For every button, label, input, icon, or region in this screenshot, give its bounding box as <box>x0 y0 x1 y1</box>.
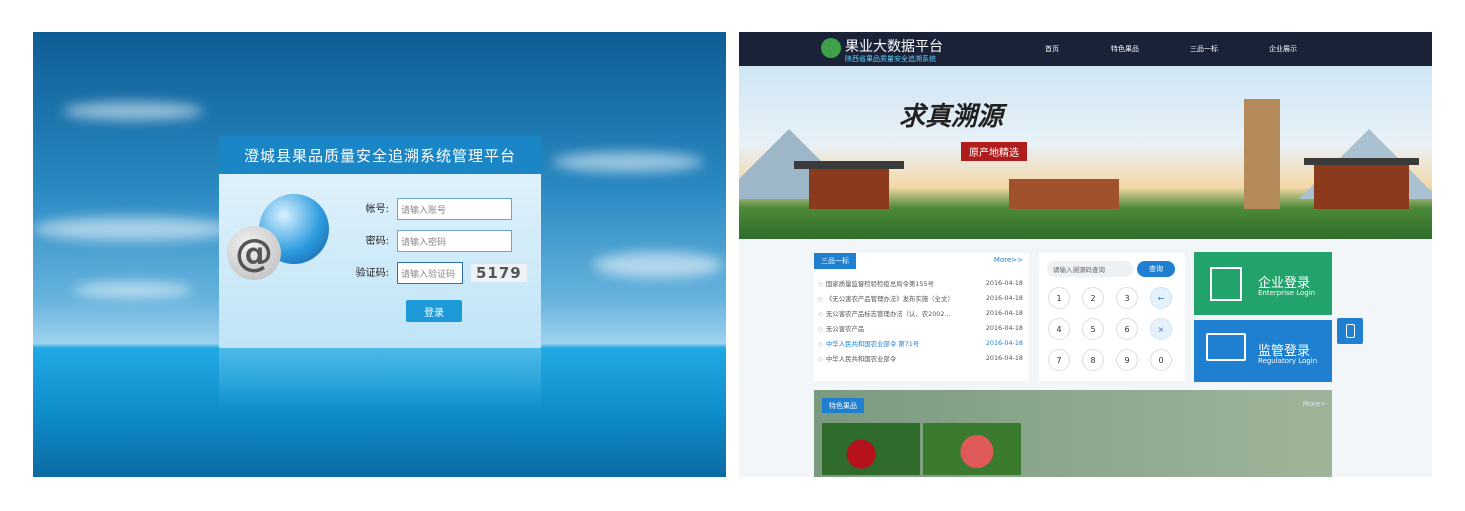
hero-banner: 求真溯源 原产地精选 <box>739 66 1432 239</box>
trace-code-input[interactable]: 请输入溯源码查询 <box>1047 261 1133 277</box>
cloud <box>63 102 203 120</box>
portal-screen: 果业大数据平台 陕西省果品质量安全追溯系统 首页 特色果品 三品一标 企业展示 … <box>739 32 1432 477</box>
top-bar: 果业大数据平台 陕西省果品质量安全追溯系统 首页 特色果品 三品一标 企业展示 <box>739 32 1432 66</box>
brand-subtitle: 陕西省果品质量安全追溯系统 <box>845 55 936 63</box>
nav-featured-fruit[interactable]: 特色果品 <box>1111 44 1139 54</box>
banner-subtitle: 原产地精选 <box>961 142 1027 161</box>
news-item[interactable]: ◇ 无公害农产品标志管理办法（认、农2002... 2016-04-18 <box>818 309 1023 318</box>
phone-icon <box>1345 324 1355 338</box>
cloud <box>553 152 703 172</box>
cloud <box>593 252 723 278</box>
cloud <box>33 217 233 241</box>
login-panel: 澄城县果品质量安全追溯系统管理平台 @ 帐号: 请输入账号 密码: 请输入密码 … <box>219 136 541 348</box>
regulatory-login-button[interactable]: 监管登录 Regulatory Login <box>1194 320 1332 382</box>
featured-panel: 特色果品 More> <box>814 390 1332 477</box>
account-label: 帐号: <box>365 203 389 215</box>
news-more-link[interactable]: More>> <box>994 256 1023 264</box>
captcha-input[interactable]: 请输入验证码 <box>397 262 463 284</box>
hall <box>1314 165 1409 209</box>
password-row: 密码: 请输入密码 <box>347 230 512 252</box>
apple-image[interactable] <box>923 423 1021 475</box>
key-6[interactable]: 6 <box>1116 318 1138 340</box>
enterprise-login-subtitle: Enterprise Login <box>1258 289 1316 297</box>
account-input[interactable]: 请输入账号 <box>397 198 512 220</box>
key-5[interactable]: 5 <box>1082 318 1104 340</box>
banner-slogan: 求真溯源 <box>899 102 1004 132</box>
tab-featured-fruit[interactable]: 特色果品 <box>822 398 864 413</box>
news-item[interactable]: ◇ 国家质量监督检验检疫总局令第155号 2016-04-18 <box>818 279 1023 288</box>
brand-title: 果业大数据平台 <box>845 39 943 55</box>
backspace-key-icon[interactable]: ← <box>1150 287 1172 309</box>
nav-certification[interactable]: 三品一标 <box>1190 44 1218 54</box>
monitor-lock-icon <box>1206 333 1246 361</box>
cherry-image[interactable] <box>822 423 920 475</box>
key-2[interactable]: 2 <box>1082 287 1104 309</box>
nav-enterprises[interactable]: 企业展示 <box>1269 44 1297 54</box>
captcha-label: 验证码: <box>355 267 389 279</box>
login-screen: 澄城县果品质量安全追溯系统管理平台 @ 帐号: 请输入账号 密码: 请输入密码 … <box>33 32 726 477</box>
trace-panel: 请输入溯源码查询 查询 1 2 3 ← 4 5 6 × 7 8 9 0 <box>1039 253 1185 381</box>
pagoda <box>1244 99 1280 209</box>
at-sign-icon: @ <box>227 226 281 280</box>
login-form: @ 帐号: 请输入账号 密码: 请输入密码 验证码: 请输入验证码 5179 登… <box>219 174 541 348</box>
key-1[interactable]: 1 <box>1048 287 1070 309</box>
news-item[interactable]: ◇ 《无公害农产品管理办法》发布实施（全文） 2016-04-18 <box>818 294 1023 303</box>
query-button[interactable]: 查询 <box>1137 261 1175 277</box>
regulatory-login-subtitle: Regulatory Login <box>1258 357 1318 365</box>
password-input[interactable]: 请输入密码 <box>397 230 512 252</box>
key-3[interactable]: 3 <box>1116 287 1138 309</box>
captcha-image[interactable]: 5179 <box>471 264 527 282</box>
nav-home[interactable]: 首页 <box>1045 44 1059 54</box>
news-item[interactable]: ◇ 无公害农产品 2016-04-18 <box>818 324 1023 333</box>
panel-reflection <box>219 348 541 408</box>
news-panel: 三品一标 More>> ◇ 国家质量监督检验检疫总局令第155号 2016-04-1… <box>814 253 1029 381</box>
key-4[interactable]: 4 <box>1048 318 1070 340</box>
building-icon <box>1210 267 1242 301</box>
login-button[interactable]: 登录 <box>406 300 462 322</box>
key-0[interactable]: 0 <box>1150 349 1172 371</box>
captcha-row: 验证码: 请输入验证码 5179 <box>347 262 527 284</box>
temple <box>1009 179 1119 209</box>
featured-more-link[interactable]: More> <box>1303 400 1326 408</box>
mobile-app-button[interactable] <box>1337 318 1363 344</box>
key-9[interactable]: 9 <box>1116 349 1138 371</box>
news-item[interactable]: ◇ 中华人民共和国农业部令 第71号 2016-04-18 <box>818 339 1023 348</box>
key-8[interactable]: 8 <box>1082 349 1104 371</box>
password-label: 密码: <box>365 235 389 247</box>
enterprise-login-button[interactable]: 企业登录 Enterprise Login <box>1194 252 1332 315</box>
hall-roof <box>1304 158 1419 165</box>
clear-key-icon[interactable]: × <box>1150 318 1172 340</box>
tab-certification[interactable]: 三品一标 <box>814 253 856 269</box>
pavilion-roof <box>794 161 904 169</box>
news-item[interactable]: ◇ 中华人民共和国农业部令 2016-04-18 <box>818 354 1023 363</box>
key-7[interactable]: 7 <box>1048 349 1070 371</box>
login-title: 澄城县果品质量安全追溯系统管理平台 <box>219 136 541 174</box>
account-row: 帐号: 请输入账号 <box>347 198 512 220</box>
pavilion <box>809 169 889 209</box>
apple-logo-icon <box>821 38 841 58</box>
cloud <box>73 282 193 298</box>
